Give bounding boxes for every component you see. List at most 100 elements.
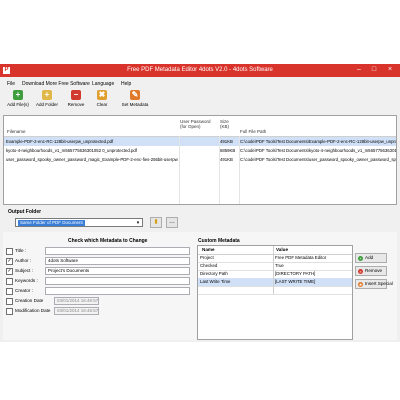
output-folder-label: Output Folder xyxy=(8,209,42,215)
chevron-down-icon[interactable]: ▾ xyxy=(135,220,141,226)
custom-row-value: Free PDF Metadata Editor xyxy=(275,255,327,260)
folder-icon: ▮ xyxy=(154,219,158,225)
column-user-password[interactable]: User Password (for Open) xyxy=(180,119,216,129)
author-field[interactable]: 4dots Software xyxy=(45,257,190,265)
creation-date-label: Creation Date xyxy=(15,298,44,303)
creator-checkbox[interactable] xyxy=(6,288,13,295)
custom-row-name: Directory Path xyxy=(200,271,228,276)
column-size[interactable]: Size (KB) xyxy=(220,119,236,129)
column-full-path[interactable]: Full File Path xyxy=(240,129,266,134)
subject-field[interactable]: Project's Documents xyxy=(45,267,190,275)
insert-special-icon: ★ xyxy=(358,282,363,287)
remove-label: Remove xyxy=(67,102,85,107)
title-field[interactable] xyxy=(45,247,190,255)
author-label: Author : xyxy=(15,258,32,263)
more-options-button[interactable]: … xyxy=(166,217,178,228)
add-custom-label: Add xyxy=(365,255,374,260)
toolbar: + Add File(s) + Add Folder − Remove ✖ Cl… xyxy=(0,89,400,112)
metadata-header: Check which Metadata to Change xyxy=(68,238,148,244)
title-checkbox[interactable] xyxy=(6,248,13,255)
creator-label: Creator : xyxy=(15,288,33,293)
keywords-field[interactable] xyxy=(45,277,190,285)
add-folder-label: Add Folder xyxy=(35,102,58,107)
set-metadata-button[interactable]: ✎ Set Metadata xyxy=(118,90,152,112)
file-list-header: Filename User Password (for Open) Size (… xyxy=(4,116,396,137)
window-title: Free PDF Metadata Editor 4dots V2.0 - 4d… xyxy=(127,67,273,73)
minimize-icon[interactable]: – xyxy=(352,65,366,74)
set-metadata-icon: ✎ xyxy=(130,90,140,100)
output-folder-select[interactable]: Same Folder of PDF Document ▾ xyxy=(15,218,143,227)
custom-metadata-table[interactable]: Name Value Project Free PDF Metadata Edi… xyxy=(197,245,353,340)
keywords-label: Keywords : xyxy=(15,278,38,283)
file-row-path: C:\code\PDF Tools\Test Documents\kyoto-4… xyxy=(240,148,396,153)
file-row[interactable]: kyoto-4-neighbourhoods_v1_m5657756363010… xyxy=(4,146,396,155)
custom-row-value: True xyxy=(275,263,284,268)
custom-row-name: Last Write Time xyxy=(200,279,231,284)
column-divider xyxy=(179,136,180,204)
column-filename[interactable]: Filename xyxy=(7,129,26,134)
modification-date-label: Modification Date xyxy=(15,308,51,313)
column-name[interactable]: Name xyxy=(202,246,215,254)
file-row-filename: kyoto-4-neighbourhoods_v1_m5657756363010… xyxy=(6,148,137,153)
file-row-size: 491KB xyxy=(220,139,233,144)
file-row-filename: user_password_spooky_owner_password_magi… xyxy=(6,157,178,162)
custom-row-value: [DIRECTORY PATH] xyxy=(275,271,316,276)
subject-label: Subject : xyxy=(15,268,33,273)
column-divider xyxy=(273,246,274,294)
insert-special-label: Insert Special xyxy=(365,281,393,286)
remove-icon: − xyxy=(71,90,81,100)
browse-folder-button[interactable]: ▮ xyxy=(150,217,162,228)
close-icon[interactable]: × xyxy=(383,65,397,74)
column-divider xyxy=(219,136,220,204)
output-folder-value: Same Folder of PDF Document xyxy=(18,220,85,226)
set-metadata-label: Set Metadata xyxy=(121,102,149,107)
file-row-filename: Example-PDF-2-enc-RC-128bit-userpw_unpro… xyxy=(6,139,114,144)
insert-special-button[interactable]: ★ Insert Special xyxy=(355,279,393,289)
subject-checkbox[interactable]: ✓ xyxy=(6,268,13,275)
menu-file[interactable]: File xyxy=(7,81,15,87)
file-row-path: C:\code\PDF Tools\Test Documents\user_pa… xyxy=(240,157,396,162)
maximize-icon[interactable]: □ xyxy=(367,65,381,74)
file-row-path: C:\code\PDF Tools\Test Documents\Example… xyxy=(240,139,396,144)
app-window: P Free PDF Metadata Editor 4dots V2.0 - … xyxy=(0,64,400,342)
title-label: Title : xyxy=(15,248,27,253)
creator-field[interactable] xyxy=(45,287,190,295)
clear-button[interactable]: ✖ Clear xyxy=(88,90,116,112)
clear-icon: ✖ xyxy=(97,90,107,100)
clear-label: Clear xyxy=(96,102,108,107)
file-row[interactable]: Example-PDF-2-enc-RC-128bit-userpw_unpro… xyxy=(4,137,396,146)
modification-date-checkbox[interactable] xyxy=(6,308,13,315)
add-folder-icon: + xyxy=(42,90,52,100)
column-value[interactable]: Value xyxy=(276,246,288,254)
menu-download-more[interactable]: Download More Free Software xyxy=(22,81,90,87)
column-divider xyxy=(239,136,240,204)
remove-custom-button[interactable]: × Remove xyxy=(355,266,387,276)
custom-row-name: Checked xyxy=(200,263,218,268)
file-list-table[interactable]: Filename User Password (for Open) Size (… xyxy=(3,115,397,205)
menu-bar: File Download More Free Software Languag… xyxy=(0,79,400,88)
file-row-size: 491KB xyxy=(220,157,233,162)
add-files-button[interactable]: + Add File(s) xyxy=(4,90,32,112)
remove-custom-label: Remove xyxy=(365,268,383,273)
add-files-label: Add File(s) xyxy=(7,102,29,107)
remove-icon: × xyxy=(358,269,363,274)
keywords-checkbox[interactable] xyxy=(6,278,13,285)
file-row-size: 6859KB xyxy=(220,148,236,153)
title-bar: P Free PDF Metadata Editor 4dots V2.0 - … xyxy=(0,64,400,77)
author-checkbox[interactable]: ✓ xyxy=(6,258,13,265)
menu-language[interactable]: Language xyxy=(92,81,114,87)
add-custom-button[interactable]: + Add xyxy=(355,253,387,263)
creation-date-picker[interactable]: 03/01/2014 16:46:57 xyxy=(54,297,99,305)
add-file-icon: + xyxy=(13,90,23,100)
file-row[interactable]: user_password_spooky_owner_password_magi… xyxy=(4,155,396,164)
menu-help[interactable]: Help xyxy=(121,81,131,87)
remove-button[interactable]: − Remove xyxy=(62,90,90,112)
custom-row-value: [LAST WRITE TIME] xyxy=(275,279,316,284)
add-folder-button[interactable]: + Add Folder xyxy=(33,90,61,112)
plus-icon: + xyxy=(358,256,363,261)
custom-metadata-label: Custom Metadata xyxy=(198,238,240,244)
custom-row-new[interactable] xyxy=(198,286,352,295)
ellipsis-icon: … xyxy=(169,219,175,225)
modification-date-picker[interactable]: 03/01/2014 16:46:57 xyxy=(54,307,99,315)
creation-date-checkbox[interactable] xyxy=(6,298,13,305)
